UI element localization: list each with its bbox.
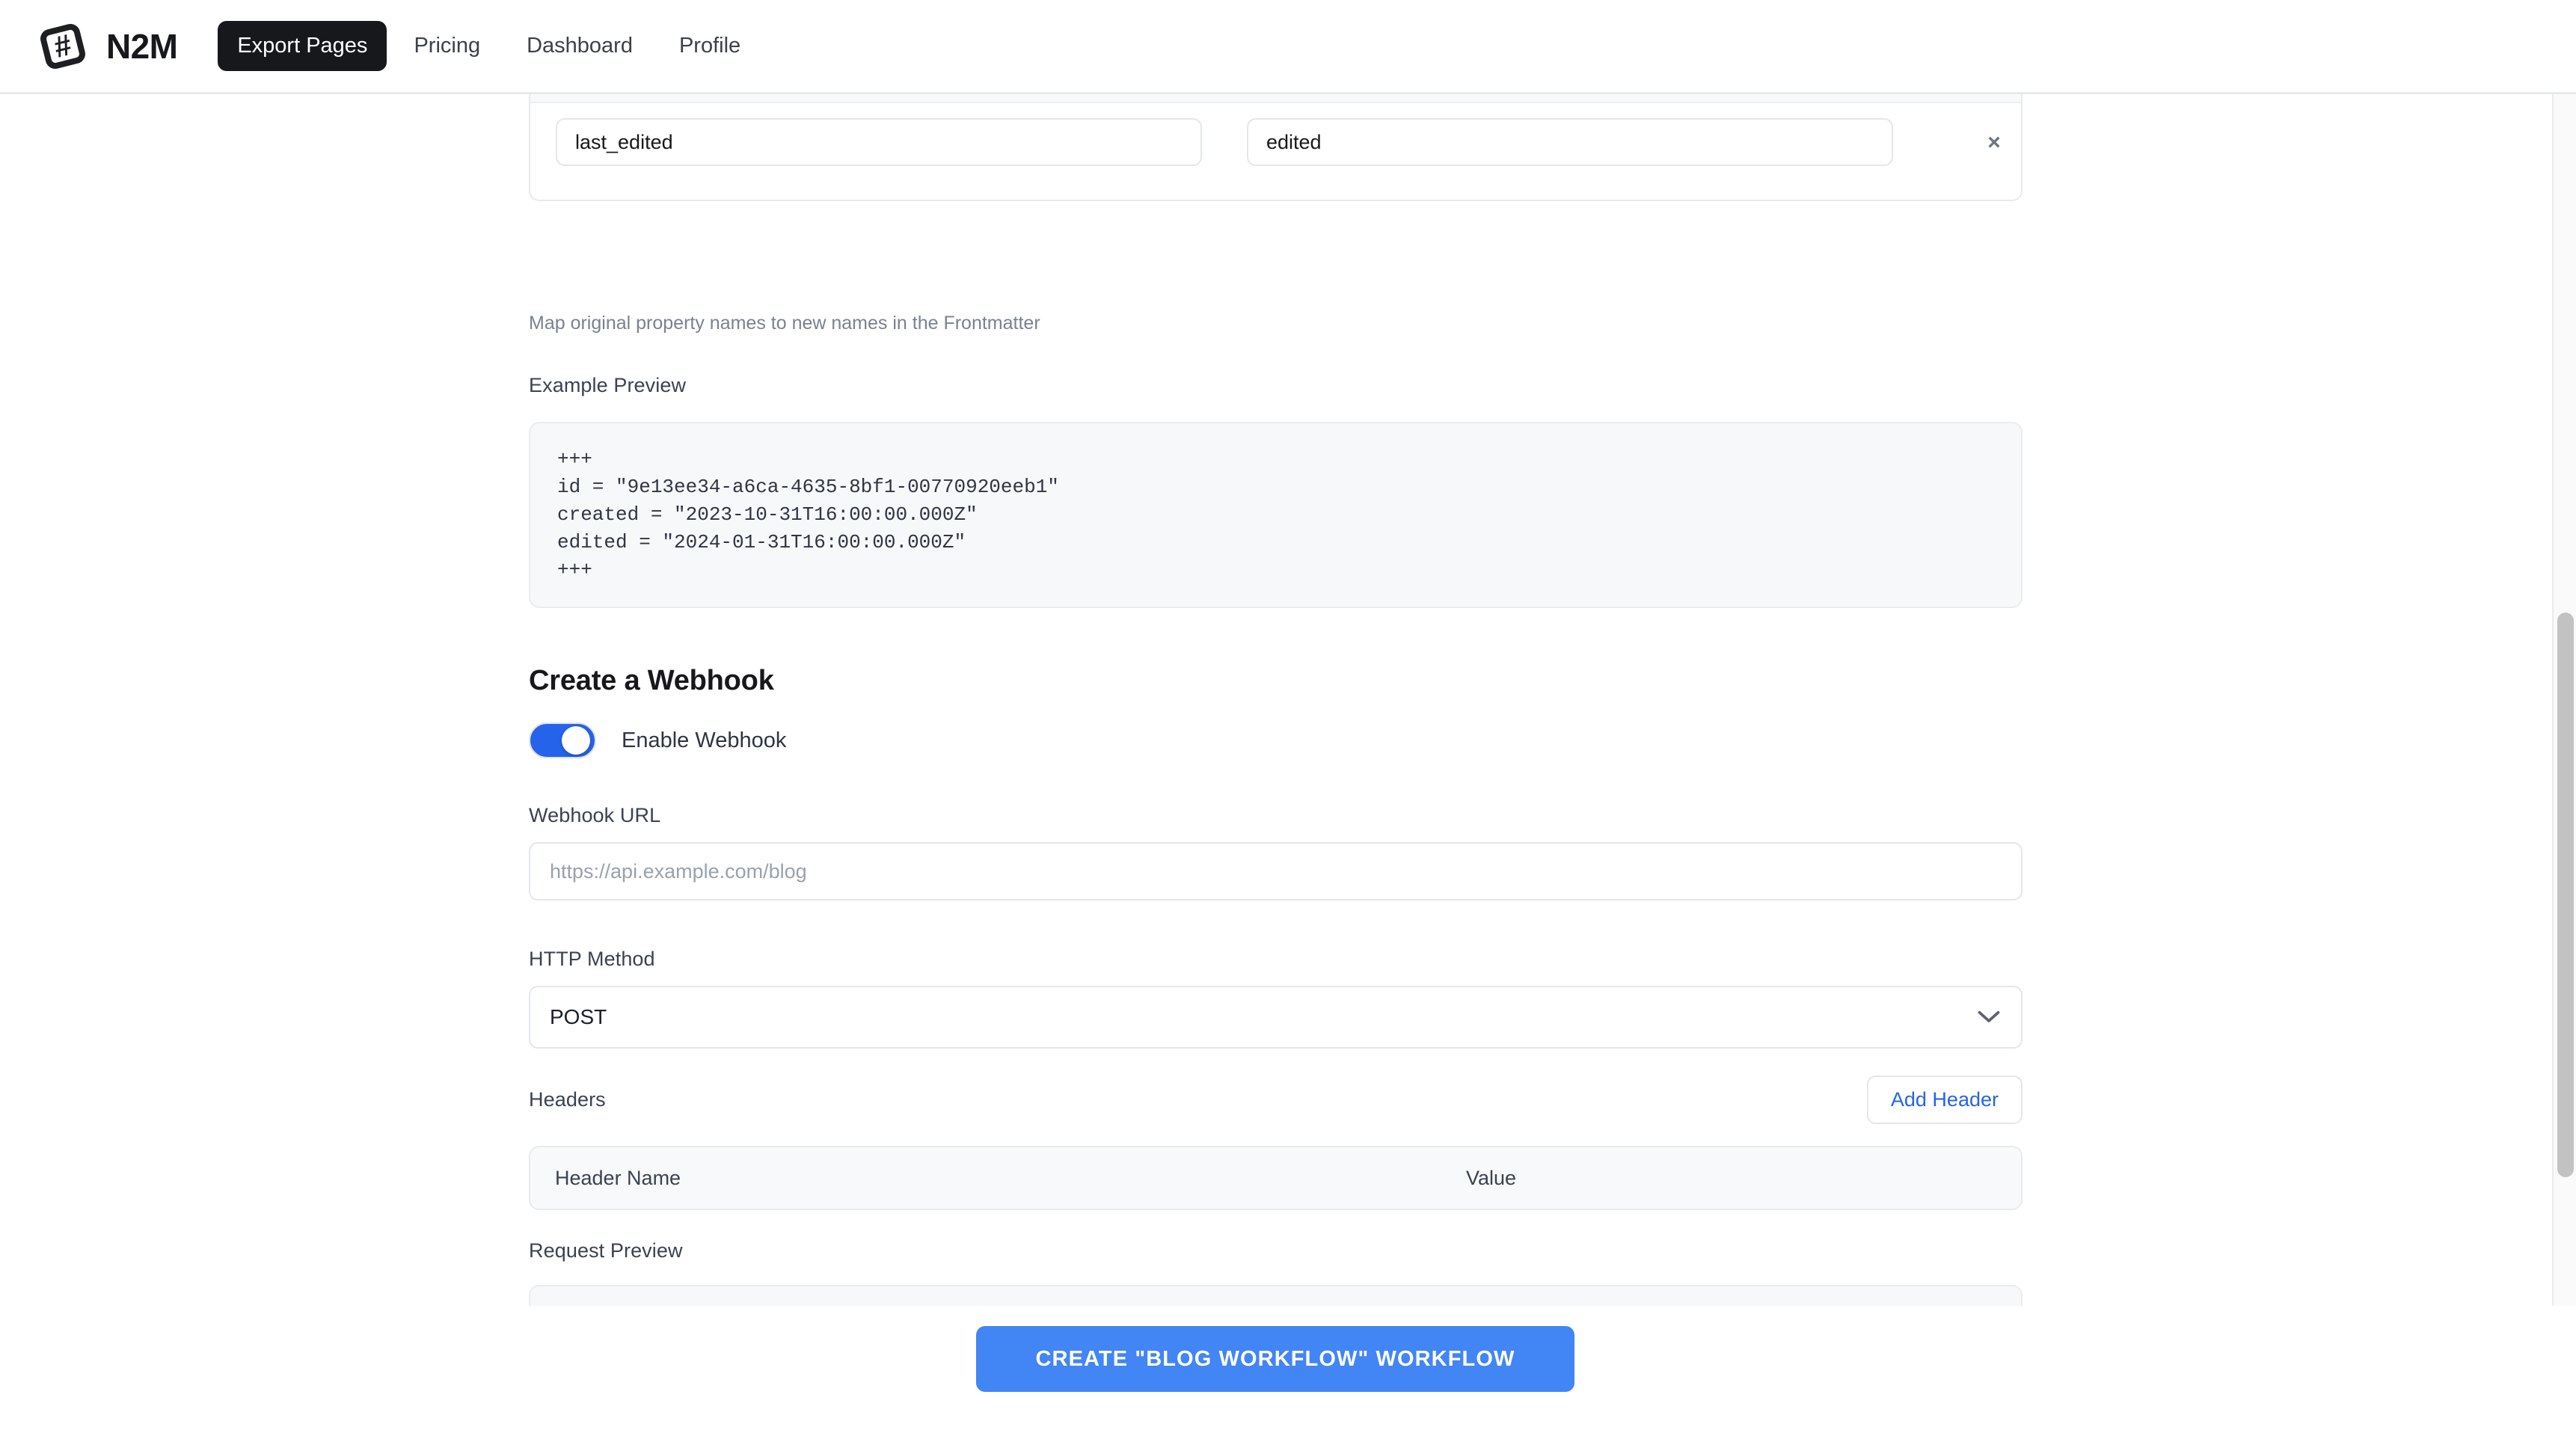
enable-webhook-label: Enable Webhook <box>622 728 786 753</box>
webhook-url-input[interactable]: https://api.example.com/blog <box>529 842 2023 900</box>
new-property-name-input[interactable]: edited <box>1247 118 1893 166</box>
original-property-name-input[interactable]: last_edited <box>556 118 1202 166</box>
enable-webhook-row: Enable Webhook <box>529 722 2023 758</box>
primary-nav: Export Pages Pricing Dashboard Profile <box>218 21 760 71</box>
webhook-url-label: Webhook URL <box>529 804 2023 827</box>
toggle-knob <box>562 726 590 755</box>
column-header-value: Value <box>1466 1167 1516 1190</box>
nav-link-pricing[interactable]: Pricing <box>394 21 500 71</box>
http-method-value: POST <box>550 1005 607 1029</box>
chevron-down-icon <box>1978 1010 2000 1024</box>
nav-link-export-pages[interactable]: Export Pages <box>218 21 387 71</box>
property-mapping-helper-text: Map original property names to new names… <box>529 313 1040 334</box>
app-root: # N2M Export Pages Pricing Dashboard Pro… <box>0 0 2576 1436</box>
top-navbar: # N2M Export Pages Pricing Dashboard Pro… <box>0 0 2576 94</box>
headers-table: Header Name Value <box>529 1146 2023 1210</box>
card-top-stripe <box>530 94 2021 103</box>
headers-table-head: Header Name Value <box>530 1147 2021 1209</box>
http-method-label: HTTP Method <box>529 948 2023 971</box>
vertical-scrollbar[interactable] <box>2552 94 2576 1306</box>
brand-name: N2M <box>106 26 177 67</box>
example-preview-code: +++ id = "9e13ee34-a6ca-4635-8bf1-007709… <box>529 422 2023 608</box>
page-scroll-area: last_edited edited × Map original proper… <box>0 94 2576 1306</box>
request-preview-code: POST https://example.com Headers: Conten… <box>529 1285 2023 1306</box>
property-mapping-row: last_edited edited <box>556 118 1893 166</box>
add-header-button[interactable]: Add Header <box>1867 1076 2023 1124</box>
footer-action-bar: CREATE "BLOG WORKFLOW" WORKFLOW <box>0 1306 2576 1436</box>
http-method-select[interactable]: POST <box>529 986 2023 1049</box>
headers-header-row: Headers Add Header <box>529 1076 2023 1124</box>
request-preview-label: Request Preview <box>529 1239 2023 1262</box>
brand-logo[interactable]: # N2M <box>36 19 177 73</box>
close-x-icon[interactable]: × <box>1980 129 2008 157</box>
property-mapping-card: last_edited edited × <box>529 94 2023 201</box>
headers-label: Headers <box>529 1088 606 1111</box>
webhook-url-placeholder: https://api.example.com/blog <box>550 860 807 883</box>
hash-document-icon: # <box>36 19 90 73</box>
enable-webhook-toggle[interactable] <box>529 722 596 758</box>
create-webhook-title: Create a Webhook <box>529 665 2023 697</box>
nav-link-dashboard[interactable]: Dashboard <box>507 21 652 71</box>
example-preview-label: Example Preview <box>529 374 2023 397</box>
nav-link-profile[interactable]: Profile <box>660 21 760 71</box>
scrollbar-thumb[interactable] <box>2557 613 2574 1177</box>
create-workflow-button[interactable]: CREATE "BLOG WORKFLOW" WORKFLOW <box>976 1326 1574 1392</box>
column-header-header-name: Header Name <box>555 1167 1466 1190</box>
